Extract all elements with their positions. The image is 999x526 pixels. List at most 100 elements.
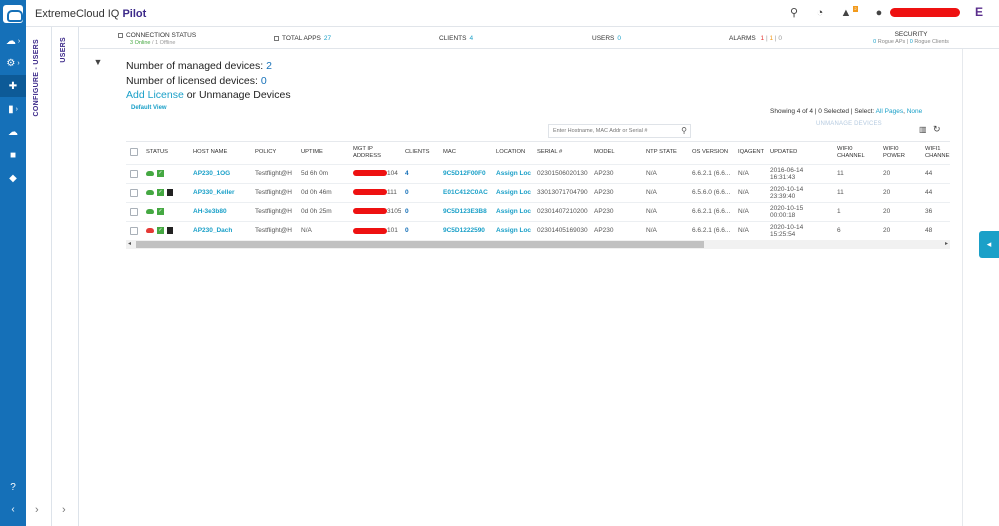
expand-icon <box>274 35 279 41</box>
add-license-link[interactable]: Add License <box>126 89 184 101</box>
column-header[interactable]: POLICY <box>251 142 297 164</box>
select-all-checkbox[interactable] <box>130 148 138 157</box>
column-header[interactable]: CLIENTS <box>401 142 439 164</box>
puzzle-icon[interactable]: ✚ <box>0 75 26 97</box>
os-cell: 6.5.6.0 (6.6... <box>688 182 734 202</box>
column-header[interactable]: NTP STATE <box>642 142 688 164</box>
column-header[interactable]: UPTIME <box>297 142 349 164</box>
column-header[interactable]: MGT IP ADDRESS <box>349 142 401 164</box>
table-row[interactable]: ✓ AP230_Dach Testflight@H N/A 101 0 9C5D… <box>126 220 950 240</box>
clients-summary[interactable]: CLIENTS 4 <box>439 35 473 42</box>
clock-icon[interactable]: ◔ <box>814 7 826 19</box>
clients-link[interactable]: 0 <box>401 201 439 221</box>
table-horizontal-scrollbar[interactable]: ◂ ▸ <box>126 240 950 249</box>
os-cell: 6.6.2.1 (6.6... <box>688 220 734 240</box>
refresh-icon[interactable]: ↻ <box>933 124 941 135</box>
clients-link[interactable]: 0 <box>401 220 439 240</box>
wifi0-channel-cell: 6 <box>833 220 879 240</box>
bell-icon[interactable]: ▲ <box>840 7 852 19</box>
search-icon[interactable]: ⚲ <box>681 126 687 135</box>
alarms-summary[interactable]: ALARMS 1 | 1 | 0 <box>729 35 782 42</box>
cloud-icon[interactable]: ☁ <box>0 121 26 143</box>
column-header[interactable]: IQAGENT <box>734 142 766 164</box>
security-summary[interactable]: SECURITY 0 Rogue APs | 0 Rogue Clients <box>866 31 956 45</box>
lock-icon[interactable]: ■ <box>0 144 26 166</box>
clients-link[interactable]: 0 <box>401 182 439 202</box>
select-none-link[interactable]: None <box>907 108 923 115</box>
column-header[interactable]: STATUS <box>142 142 189 164</box>
column-header[interactable]: HOST NAME <box>189 142 251 164</box>
mac-link[interactable]: E01C412C0AC <box>439 182 492 202</box>
select-all-pages-link[interactable]: All Pages <box>876 108 903 115</box>
row-checkbox[interactable] <box>130 169 138 178</box>
brand-title: ExtremeCloud IQ Pilot <box>35 8 147 20</box>
filter-icon[interactable]: ▼ <box>90 55 106 69</box>
extreme-logo-icon[interactable]: E <box>975 6 987 19</box>
os-cell: 6.6.2.1 (6.6... <box>688 163 734 183</box>
assign-location-link[interactable]: Assign Loc <box>492 182 533 202</box>
column-header[interactable]: WIFI0 POWER <box>879 142 921 164</box>
monitor-cloud-icon[interactable]: ☁ › <box>0 30 26 52</box>
scrollbar-thumb[interactable] <box>136 241 704 248</box>
search-icon[interactable]: ⚲ <box>788 7 800 19</box>
row-select-cell <box>126 163 142 183</box>
table-row[interactable]: ✓ AH-3e3b80 Testflight@H 0d 0h 25m 3105 … <box>126 201 950 221</box>
iqagent-cell: N/A <box>734 220 766 240</box>
mac-link[interactable]: 9C5D12F00F0 <box>439 163 492 183</box>
mgt-ip-cell: 111 <box>349 182 401 202</box>
collapse-rail-icon[interactable]: ‹ <box>0 498 26 520</box>
row-checkbox[interactable] <box>130 226 138 235</box>
app-logo-icon[interactable] <box>3 5 23 23</box>
mgt-ip-cell: 104 <box>349 163 401 183</box>
table-row[interactable]: ✓ AP330_Keller Testflight@H 0d 0h 46m 11… <box>126 182 950 202</box>
shield-icon[interactable]: ◆ <box>0 167 26 189</box>
column-header[interactable]: MAC <box>439 142 492 164</box>
mac-link[interactable]: 9C5D123E3B8 <box>439 201 492 221</box>
column-header[interactable]: LOCATION <box>492 142 533 164</box>
table-row[interactable]: ✓ AP230_1OG Testflight@H 5d 6h 0m 104 4 … <box>126 163 950 183</box>
managed-devices-line: Number of managed devices: 2 <box>126 60 272 72</box>
column-header[interactable]: UPDATED <box>766 142 833 164</box>
total-apps-summary[interactable]: TOTAL APPS 27 <box>274 35 331 42</box>
column-header[interactable]: MODEL <box>590 142 642 164</box>
configure-users-label[interactable]: CONFIGURE - USERS <box>33 39 40 116</box>
chevron-right-icon[interactable]: › <box>35 504 39 516</box>
clients-link[interactable]: 4 <box>401 163 439 183</box>
hostname-link[interactable]: AP230_Dach <box>189 220 251 240</box>
hostname-link[interactable]: AH-3e3b80 <box>189 201 251 221</box>
wifi0-channel-cell: 1 <box>833 201 879 221</box>
unmanage-devices-button[interactable]: UNMANAGE DEVICES <box>816 121 882 127</box>
assign-location-link[interactable]: Assign Loc <box>492 163 533 183</box>
users-summary[interactable]: USERS 0 <box>592 35 621 42</box>
chevron-right-icon[interactable]: › <box>62 504 66 516</box>
users-column: USERS › <box>53 27 79 526</box>
cloud-connected-icon <box>146 208 154 214</box>
model-cell: AP230 <box>590 220 642 240</box>
column-header[interactable]: SERIAL # <box>533 142 590 164</box>
expand-side-panel-icon[interactable]: ◂ <box>979 231 999 258</box>
gear-icon[interactable]: ⚙ › <box>0 52 26 74</box>
default-view-link[interactable]: Default View <box>131 105 167 111</box>
redacted-username[interactable] <box>890 8 960 17</box>
hostname-link[interactable]: AP230_1OG <box>189 163 251 183</box>
column-picker-icon[interactable]: ▥ <box>919 125 927 134</box>
ntp-cell: N/A <box>642 182 688 202</box>
column-header[interactable]: WIFI0 CHANNEL <box>833 142 879 164</box>
mac-link[interactable]: 9C5D1222590 <box>439 220 492 240</box>
user-avatar-icon[interactable]: ● <box>873 7 885 19</box>
cloud-connected-icon <box>146 170 154 176</box>
users-label[interactable]: USERS <box>60 37 67 63</box>
assign-location-link[interactable]: Assign Loc <box>492 201 533 221</box>
hostname-link[interactable]: AP330_Keller <box>189 182 251 202</box>
scroll-right-icon[interactable]: ▸ <box>945 240 948 247</box>
row-checkbox[interactable] <box>130 188 138 197</box>
device-search-input[interactable] <box>549 125 674 137</box>
scroll-left-icon[interactable]: ◂ <box>128 240 131 247</box>
assign-location-link[interactable]: Assign Loc <box>492 220 533 240</box>
connection-status-summary[interactable]: CONNECTION STATUS 3 Online / 1 Offline <box>118 32 196 46</box>
column-header[interactable]: WIFI1 CHANNEL <box>921 142 950 164</box>
column-header[interactable]: OS VERSION <box>688 142 734 164</box>
help-icon[interactable]: ? <box>0 476 26 498</box>
row-checkbox[interactable] <box>130 207 138 216</box>
analytics-icon[interactable]: ▮ › <box>0 98 26 120</box>
